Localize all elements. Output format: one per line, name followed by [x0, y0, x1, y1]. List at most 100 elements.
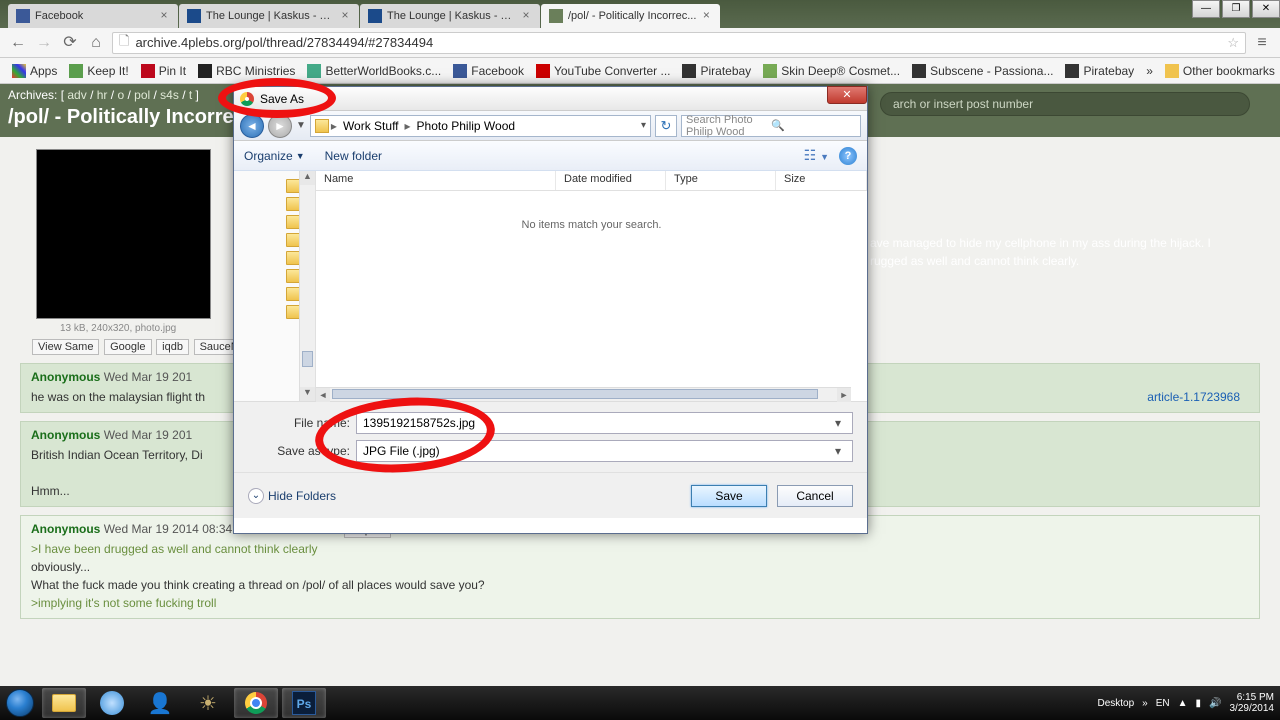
- network-icon[interactable]: ▮: [1196, 698, 1202, 709]
- bookmark-item[interactable]: Pin It: [137, 64, 190, 78]
- bookmark-other[interactable]: Other bookmarks: [1161, 64, 1279, 78]
- board-link[interactable]: pol: [134, 88, 150, 102]
- column-name[interactable]: Name: [316, 171, 556, 190]
- file-list[interactable]: Name Date modified Type Size No items ma…: [316, 171, 867, 401]
- post-thumbnail[interactable]: [36, 149, 211, 319]
- tab-close-icon[interactable]: ×: [339, 10, 351, 22]
- bookmark-apps[interactable]: Apps: [8, 64, 61, 78]
- start-button[interactable]: [0, 686, 40, 720]
- board-link[interactable]: hr: [97, 88, 108, 102]
- taskbar-chrome[interactable]: [234, 688, 278, 718]
- cancel-button[interactable]: Cancel: [777, 485, 853, 507]
- bookmark-star-icon[interactable]: ☆: [1227, 35, 1239, 51]
- board-link[interactable]: t: [189, 88, 192, 102]
- board-link[interactable]: adv: [67, 88, 86, 102]
- dialog-search-input[interactable]: Search Photo Philip Wood 🔍: [681, 115, 861, 137]
- dialog-close-button[interactable]: ✕: [827, 86, 867, 104]
- column-size[interactable]: Size: [776, 171, 867, 190]
- address-bar[interactable]: 🗋 archive.4plebs.org/pol/thread/27834494…: [112, 32, 1246, 54]
- window-maximize-button[interactable]: ❐: [1222, 0, 1250, 18]
- taskbar-app[interactable]: 👤: [138, 688, 182, 718]
- filename-label: File name:: [248, 416, 356, 430]
- taskbar-itunes[interactable]: [90, 688, 134, 718]
- window-close-button[interactable]: ✕: [1252, 0, 1280, 18]
- column-date[interactable]: Date modified: [556, 171, 666, 190]
- column-type[interactable]: Type: [666, 171, 776, 190]
- dialog-titlebar[interactable]: Save As ✕: [234, 87, 867, 111]
- bookmark-item[interactable]: Subscene - Passiona...: [908, 64, 1057, 78]
- tree-scrollbar[interactable]: ▲ ▼: [299, 171, 315, 401]
- browser-forward-button[interactable]: →: [34, 33, 54, 53]
- browser-tab-1[interactable]: The Lounge | Kaskus - Th... ×: [179, 4, 359, 28]
- iqdb-button[interactable]: iqdb: [156, 339, 189, 355]
- tab-close-icon[interactable]: ×: [158, 10, 170, 22]
- window-minimize-button[interactable]: —: [1192, 0, 1220, 18]
- dialog-back-button[interactable]: ◄: [240, 114, 264, 138]
- view-same-button[interactable]: View Same: [32, 339, 99, 355]
- refresh-button[interactable]: ↻: [655, 115, 677, 137]
- bookmark-item[interactable]: Piratebay: [1061, 64, 1138, 78]
- saveastype-select[interactable]: JPG File (.jpg) ▾: [356, 440, 853, 462]
- hide-folders-button[interactable]: ⌄ Hide Folders: [248, 488, 336, 504]
- bookmark-item[interactable]: RBC Ministries: [194, 64, 299, 78]
- article-link[interactable]: article-1.1723968: [1147, 388, 1240, 406]
- empty-message: No items match your search.: [316, 219, 867, 231]
- filename-input[interactable]: 1395192158752s.jpg ▾: [356, 412, 853, 434]
- browser-tab-3[interactable]: /pol/ - Politically Incorrec... ×: [541, 4, 720, 28]
- file-list-hscrollbar[interactable]: ◄ ►: [316, 387, 851, 401]
- breadcrumb-segment[interactable]: Photo Philip Wood: [413, 119, 520, 133]
- browser-home-button[interactable]: ⌂: [86, 33, 106, 53]
- chevron-down-icon[interactable]: ▾: [830, 444, 846, 458]
- op-text-fragment: ave managed to hide my cellphone in my a…: [870, 234, 1250, 270]
- post-search-input[interactable]: arch or insert post number: [880, 92, 1250, 116]
- browser-reload-button[interactable]: ⟳: [60, 33, 80, 53]
- system-clock[interactable]: 6:15 PM 3/29/2014: [1230, 692, 1275, 714]
- breadcrumb-segment[interactable]: Work Stuff: [339, 119, 403, 133]
- bookmark-item[interactable]: YouTube Converter ...: [532, 64, 675, 78]
- itunes-icon: [100, 691, 124, 715]
- view-options-button[interactable]: ☷ ▼: [804, 147, 829, 164]
- browser-menu-button[interactable]: ≡: [1252, 33, 1272, 53]
- kaskus-icon: [187, 9, 201, 23]
- board-link[interactable]: s4s: [160, 88, 179, 102]
- language-indicator[interactable]: EN: [1156, 698, 1170, 709]
- new-folder-button[interactable]: New folder: [325, 149, 382, 163]
- bookmark-item[interactable]: Keep It!: [65, 64, 132, 78]
- bookmark-item[interactable]: Facebook: [449, 64, 528, 78]
- chevron-down-icon[interactable]: ▾: [830, 416, 846, 430]
- tray-overflow-icon[interactable]: »: [1142, 698, 1148, 709]
- tab-close-icon[interactable]: ×: [520, 10, 532, 22]
- bookmark-item[interactable]: Piratebay: [678, 64, 755, 78]
- volume-icon[interactable]: 🔊: [1209, 698, 1221, 709]
- bookmark-item[interactable]: BetterWorldBooks.c...: [303, 64, 445, 78]
- tab-close-icon[interactable]: ×: [700, 10, 712, 22]
- taskbar-explorer[interactable]: [42, 688, 86, 718]
- path-breadcrumb[interactable]: ▸ Work Stuff ▸ Photo Philip Wood ▾: [310, 115, 651, 137]
- desktop-toolbar[interactable]: Desktop: [1097, 698, 1134, 709]
- google-button[interactable]: Google: [104, 339, 151, 355]
- facebook-icon: [16, 9, 30, 23]
- bookmarks-bar: Apps Keep It! Pin It RBC Ministries Bett…: [0, 58, 1280, 84]
- board-link[interactable]: o: [117, 88, 124, 102]
- taskbar-app[interactable]: ☀: [186, 688, 230, 718]
- dialog-title-text: Save As: [260, 92, 304, 106]
- taskbar-photoshop[interactable]: Ps: [282, 688, 326, 718]
- history-dropdown-icon[interactable]: ▼: [296, 120, 306, 131]
- saveastype-label: Save as type:: [248, 444, 356, 458]
- help-button[interactable]: ?: [839, 147, 857, 165]
- bookmark-overflow[interactable]: »: [1142, 64, 1157, 78]
- organize-button[interactable]: Organize ▼: [244, 149, 305, 163]
- path-dropdown-icon[interactable]: ▾: [641, 120, 646, 131]
- url-text: archive.4plebs.org/pol/thread/27834494/#…: [135, 35, 1227, 50]
- browser-tab-2[interactable]: The Lounge | Kaskus - Th... ×: [360, 4, 540, 28]
- dialog-forward-button[interactable]: ►: [268, 114, 292, 138]
- save-button[interactable]: Save: [691, 485, 767, 507]
- taskbar: 👤 ☀ Ps Desktop » EN ▲ ▮ 🔊 6:15 PM 3/29/2…: [0, 686, 1280, 720]
- browser-tab-0[interactable]: Facebook ×: [8, 4, 178, 28]
- folder-tree[interactable]: ▲ ▼: [234, 171, 316, 401]
- search-icon: 🔍: [771, 119, 856, 132]
- browser-back-button[interactable]: ←: [8, 33, 28, 53]
- tray-flag-icon[interactable]: ▲: [1178, 698, 1188, 709]
- bookmark-item[interactable]: Skin Deep® Cosmet...: [759, 64, 904, 78]
- photoshop-icon: Ps: [292, 691, 316, 715]
